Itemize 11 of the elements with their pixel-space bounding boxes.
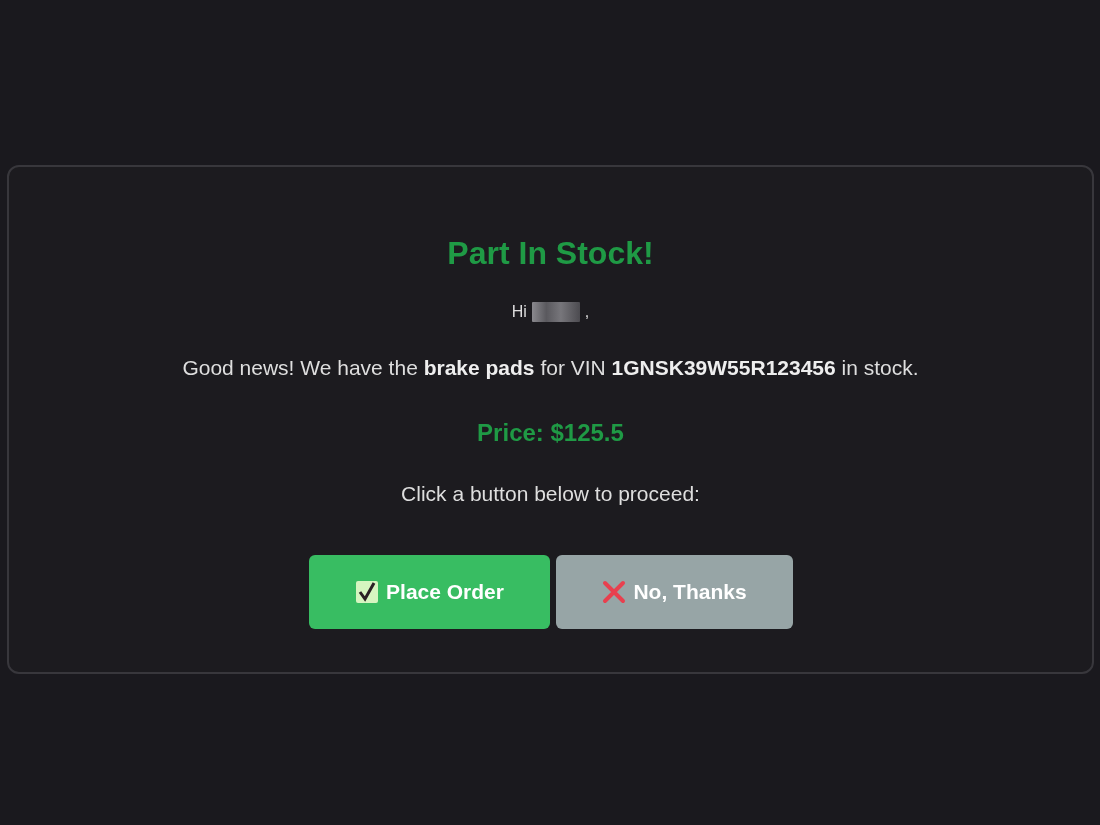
cross-icon bbox=[601, 579, 628, 605]
prompt-text: Click a button below to proceed: bbox=[400, 481, 701, 507]
place-order-button[interactable]: Place Order bbox=[308, 555, 550, 629]
redacted-name bbox=[531, 302, 580, 322]
greeting-text: Hi bbox=[511, 303, 527, 321]
check-icon bbox=[354, 579, 381, 605]
message-text: Good news! We have the brake pads for VIN 1GNSK39W55R123456 in stock. bbox=[181, 355, 920, 381]
decline-button[interactable]: No, Thanks bbox=[555, 555, 793, 629]
greeting-comma: , bbox=[584, 303, 590, 321]
card-title: Part In Stock! bbox=[446, 234, 655, 273]
price-text: Price: $125.5 bbox=[476, 418, 625, 448]
